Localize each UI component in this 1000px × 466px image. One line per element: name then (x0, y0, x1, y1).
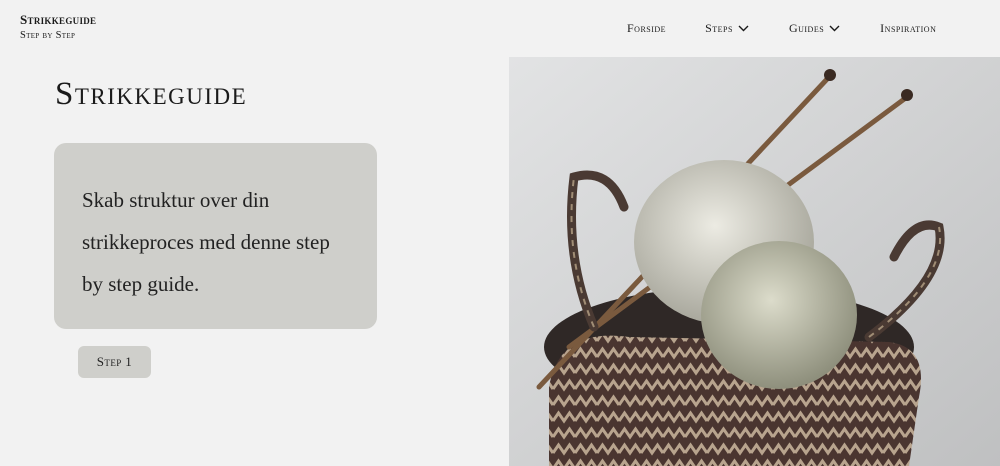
nav-forside-label: Forside (627, 20, 667, 35)
knitting-basket-illustration (509, 57, 1000, 466)
nav-guides-label: Guides (788, 20, 825, 35)
nav-forside[interactable]: Forside (627, 21, 666, 36)
brand-title: Strikkeguide (20, 12, 97, 27)
chevron-down-icon (738, 25, 749, 31)
nav-steps-label: Steps (705, 20, 733, 35)
main-nav: Forside Steps Guides Inspiration (627, 20, 936, 36)
nav-steps[interactable]: Steps (705, 21, 749, 36)
page-title: Strikkeguide (55, 76, 248, 112)
intro-text: Skab struktur over din strikkeproces med… (82, 188, 330, 296)
brand-logo[interactable]: Strikkeguide Step by Step (20, 12, 96, 41)
hero-image-knitting-basket (509, 57, 1000, 466)
brand-subtitle: Step by Step (20, 30, 76, 41)
intro-card: Skab struktur over din strikkeproces med… (54, 143, 377, 329)
chevron-down-icon (829, 25, 840, 31)
nav-inspiration[interactable]: Inspiration (880, 21, 936, 36)
nav-guides[interactable]: Guides (789, 21, 840, 36)
nav-inspiration-label: Inspiration (880, 20, 937, 35)
step-1-button[interactable]: Step 1 (78, 346, 151, 378)
